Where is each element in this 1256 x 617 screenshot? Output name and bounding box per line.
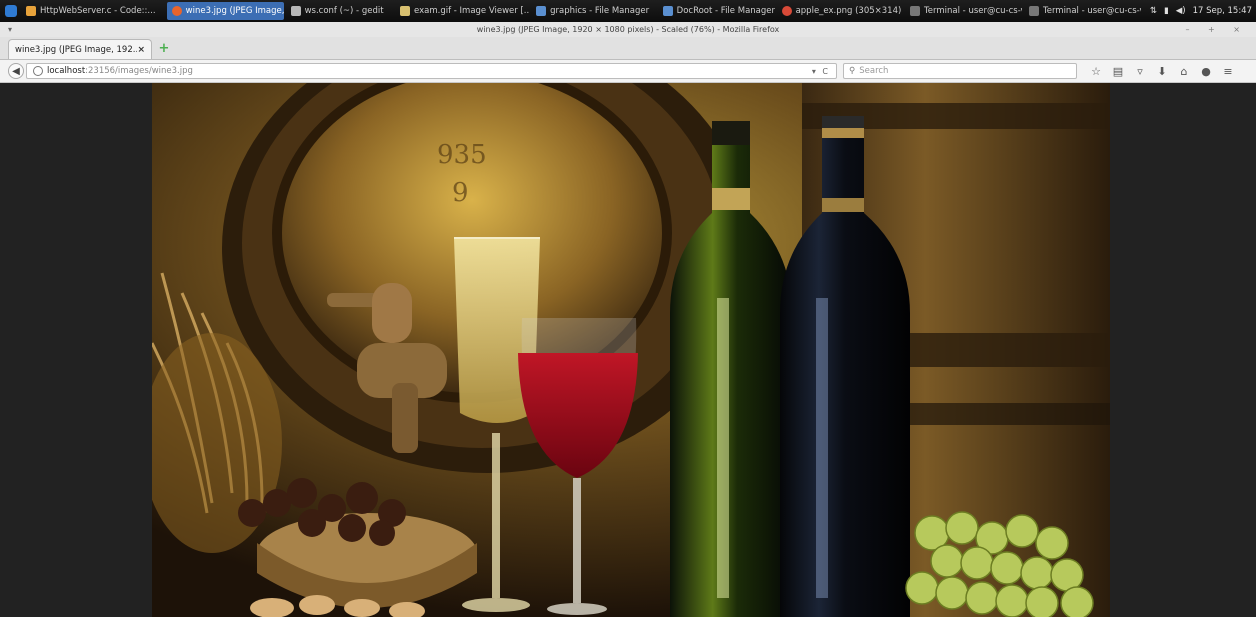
code-blocks-icon (26, 6, 36, 16)
taskbar-item[interactable]: graphics - File Manager (531, 2, 656, 20)
close-tab-icon[interactable]: × (137, 45, 145, 55)
taskbar-item-label: DocRoot - File Manager (676, 6, 775, 16)
chat-icon[interactable]: ● (1195, 65, 1217, 78)
search-input[interactable]: ⚲ Search (843, 63, 1077, 79)
search-placeholder: Search (859, 66, 889, 76)
site-identity-icon[interactable] (33, 66, 43, 76)
window-titlebar: ▾ wine3.jpg (JPEG Image, 1920 × 1080 pix… (0, 22, 1256, 37)
battery-icon[interactable]: ▮ (1164, 6, 1169, 16)
taskbar-item[interactable]: ws.conf (~) - gedit (286, 2, 391, 20)
svg-text:935: 935 (437, 140, 487, 170)
system-taskbar: HttpWebServer.c - Code::... wine3.jpg (J… (0, 0, 1256, 22)
menu-icon[interactable]: ≡ (1217, 65, 1239, 78)
download-icon[interactable]: ⬇ (1151, 65, 1173, 78)
window-title: wine3.jpg (JPEG Image, 1920 × 1080 pixel… (476, 25, 780, 34)
home-icon[interactable]: ⌂ (1173, 65, 1195, 78)
image-viewer-icon (400, 6, 411, 16)
taskbar-item-label: graphics - File Manager (550, 6, 650, 16)
taskbar-item-label: Terminal - user@cu-cs-v... (924, 6, 1022, 16)
window-menu-icon[interactable]: ▾ (8, 22, 12, 37)
taskbar-item-label: apple_ex.png (305×314) - ... (795, 6, 903, 16)
tab-strip: wine3.jpg (JPEG Image, 192... × + (0, 37, 1256, 60)
wine-photo-illustration: 935 9 (152, 83, 1110, 617)
new-tab-button[interactable]: + (156, 41, 172, 56)
taskbar-item-label: ws.conf (~) - gedit (304, 6, 384, 16)
taskbar-item[interactable]: DocRoot - File Manager (658, 2, 775, 20)
url-bar[interactable]: localhost:23156/images/wine3.jpg ▾ C (26, 63, 837, 79)
taskbar-item[interactable]: Terminal - user@cu-cs-v... (905, 2, 1022, 20)
taskbar-item-label: wine3.jpg (JPEG Image, 1... (185, 6, 284, 16)
chrome-icon (781, 6, 792, 16)
search-icon: ⚲ (849, 66, 856, 76)
system-tray: ⇅ ▮ ◀) 17 Sep, 15:47 (1143, 6, 1256, 16)
clipboard-icon[interactable]: ▤ (1107, 65, 1129, 78)
bookmark-star-icon[interactable]: ☆ (1085, 65, 1107, 78)
network-icon[interactable]: ⇅ (1150, 6, 1157, 16)
tab-title: wine3.jpg (JPEG Image, 192... (15, 44, 138, 55)
url-host: localhost (47, 66, 86, 76)
back-button[interactable]: ◀ (8, 63, 24, 79)
clock[interactable]: 17 Sep, 15:47 (1193, 6, 1252, 16)
taskbar-item[interactable]: exam.gif - Image Viewer [... (395, 2, 529, 20)
terminal-icon (1028, 6, 1039, 16)
toolbar-icons: ☆ ▤ ▿ ⬇ ⌂ ● ≡ (1085, 63, 1239, 79)
browser-tab[interactable]: wine3.jpg (JPEG Image, 192... × (8, 39, 152, 59)
pocket-icon[interactable]: ▿ (1129, 65, 1151, 78)
folder-icon (536, 6, 547, 16)
back-arrow-icon: ◀ (12, 65, 20, 77)
volume-icon[interactable]: ◀) (1176, 6, 1186, 16)
image-viewer-area: 935 9 (0, 83, 1256, 617)
taskbar-item-label: HttpWebServer.c - Code::... (40, 6, 156, 16)
app-menu-icon[interactable] (0, 0, 21, 22)
folder-icon (662, 6, 673, 16)
firefox-icon (171, 6, 182, 16)
svg-text:9: 9 (452, 178, 469, 208)
taskbar-item-label: Terminal - user@cu-cs-v... (1042, 6, 1141, 16)
wine-photo[interactable]: 935 9 (152, 83, 1110, 617)
navigation-toolbar: ◀ localhost:23156/images/wine3.jpg ▾ C ⚲… (0, 60, 1256, 83)
url-dropdown-reload[interactable]: ▾ C (812, 67, 830, 76)
taskbar-item[interactable]: Terminal - user@cu-cs-v... (1024, 2, 1141, 20)
url-path: :23156/images/wine3.jpg (85, 66, 193, 76)
taskbar-item[interactable]: HttpWebServer.c - Code::... (21, 2, 165, 20)
taskbar-item[interactable]: apple_ex.png (305×314) - ... (777, 2, 903, 20)
gedit-icon (290, 6, 301, 16)
terminal-icon (910, 6, 921, 16)
taskbar-item-label: exam.gif - Image Viewer [... (414, 6, 530, 16)
taskbar-item-active[interactable]: wine3.jpg (JPEG Image, 1... (166, 2, 284, 20)
window-controls[interactable]: – + × (1186, 22, 1249, 37)
